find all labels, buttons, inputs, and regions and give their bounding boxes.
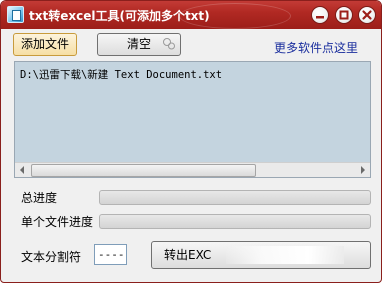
title-bar[interactable]: txt转excel工具(可添加多个txt) [1, 1, 381, 29]
app-window: txt转excel工具(可添加多个txt) 添加文件 清空 更多软件点这里 D:… [0, 0, 382, 283]
maximize-icon [339, 10, 349, 20]
close-icon [362, 10, 372, 20]
single-file-progress-label: 单个文件进度 [21, 215, 94, 229]
delimiter-input[interactable]: ---- [94, 244, 127, 265]
export-excel-button[interactable]: 转出EXC [151, 241, 371, 269]
single-file-progress-bar [99, 214, 371, 229]
scroll-left-icon[interactable] [15, 163, 30, 177]
window-title: txt转excel工具(可添加多个txt) [29, 9, 210, 23]
horizontal-scrollbar[interactable] [15, 162, 370, 177]
add-file-button[interactable]: 添加文件 [13, 33, 77, 56]
more-software-link[interactable]: 更多软件点这里 [274, 39, 358, 56]
export-button-label: 转出EXC [164, 248, 212, 262]
app-icon [7, 6, 24, 23]
file-list[interactable]: D:\迅雷下载\新建 Text Document.txt [14, 61, 371, 178]
clear-button[interactable]: 清空 [97, 33, 181, 56]
total-progress-label: 总进度 [21, 191, 58, 205]
minimize-button[interactable] [311, 6, 329, 24]
minimize-icon [316, 16, 324, 19]
file-list-item[interactable]: D:\迅雷下载\新建 Text Document.txt [20, 67, 222, 82]
clear-button-label: 清空 [126, 37, 151, 51]
close-button[interactable] [358, 6, 376, 24]
maximize-button[interactable] [335, 6, 353, 24]
scroll-right-icon[interactable] [355, 163, 370, 177]
total-progress-bar [99, 190, 371, 205]
scrollbar-thumb[interactable] [31, 164, 256, 177]
delimiter-label: 文本分割符 [21, 250, 82, 264]
export-button-blur [226, 246, 344, 264]
swirl-icon [163, 38, 175, 50]
